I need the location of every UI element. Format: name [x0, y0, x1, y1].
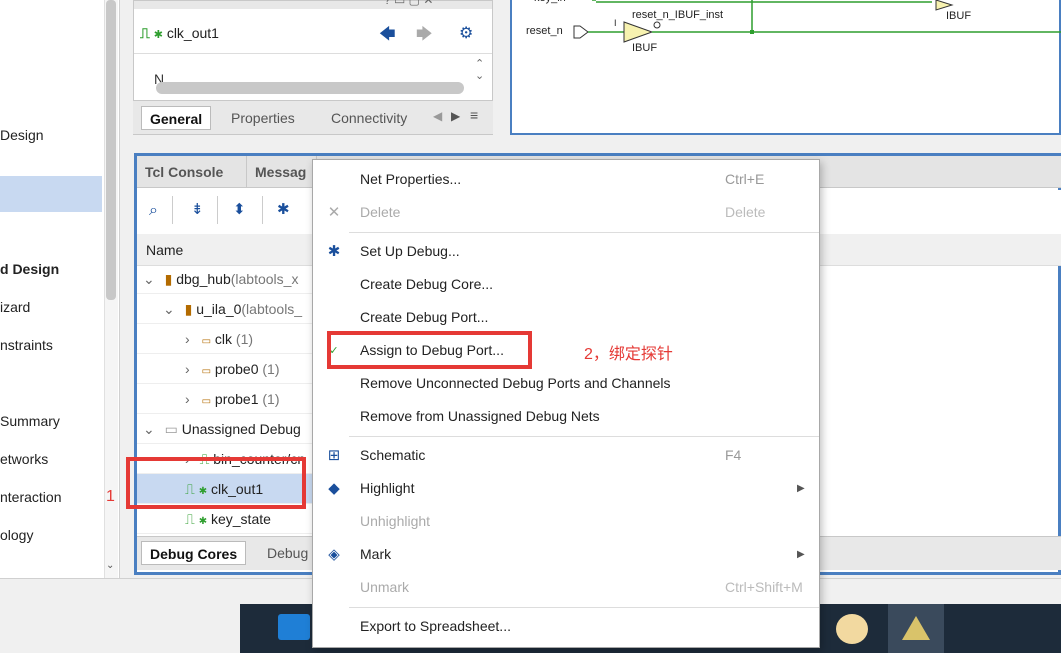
close-icon: ✕: [327, 204, 341, 221]
ibuf-label-2: IBUF: [946, 10, 972, 22]
tab-debug-nets[interactable]: Debug: [259, 541, 316, 565]
properties-tabbar: General Properties Connectivity ◀ ▶ ≡: [133, 100, 493, 134]
annotation-step-2: 2，绑定探针: [584, 346, 673, 363]
nav-scrollbar-thumb[interactable]: [106, 0, 116, 300]
tree-row-dbg-hub[interactable]: ⌄ ▮ dbg_hub(labtools_x: [137, 264, 312, 294]
menu-create-debug-port[interactable]: Create Debug Port...: [313, 301, 819, 334]
tab-scroll-left-icon[interactable]: ◀: [433, 109, 442, 123]
instance-label: reset_n_IBUF_inst: [632, 9, 724, 21]
bug-icon: ✱: [198, 516, 208, 527]
vivado-app-icon[interactable]: [888, 604, 944, 653]
port-key-in-label: key_in: [534, 0, 566, 4]
chevron-right-icon[interactable]: ›: [185, 331, 190, 347]
menu-highlight[interactable]: ◆ Highlight ▶: [313, 472, 819, 505]
annotation-box-2: [327, 331, 532, 369]
tab-menu-icon[interactable]: ≡: [470, 107, 478, 123]
scroll-down-icon[interactable]: ⌄: [475, 69, 484, 82]
menu-create-debug-core[interactable]: Create Debug Core...: [313, 268, 819, 301]
nav-item-implemented-design[interactable]: d Design: [0, 257, 102, 281]
net-name-label: clk_out1: [166, 25, 219, 41]
tab-connectivity[interactable]: Connectivity: [323, 106, 415, 130]
schematic-drawing: [573, 0, 1061, 43]
settings-gear-icon[interactable]: ⚙: [459, 23, 473, 43]
context-menu: Net Properties... Ctrl+E ✕ Delete Delete…: [312, 159, 820, 648]
mark-diamond-icon: ◈: [328, 546, 340, 563]
port-icon: ▭: [201, 396, 212, 407]
tree-row-u-ila-0[interactable]: ⌄ ▮ u_ila_0(labtools_: [137, 294, 312, 324]
core-icon: ▮: [184, 301, 193, 317]
back-arrow-icon[interactable]: 🡄: [379, 23, 396, 50]
nav-item-summary[interactable]: Summary: [0, 409, 102, 433]
tree-row-unassigned[interactable]: ⌄ ▭ Unassigned Debug: [137, 414, 312, 444]
tab-scroll-right-icon[interactable]: ▶: [451, 109, 460, 123]
nav-selected-item[interactable]: [0, 176, 102, 212]
nav-item-wizard[interactable]: izard: [0, 295, 102, 319]
vivado-logo-icon: [902, 616, 930, 640]
annotation-box-1: [126, 457, 306, 509]
app-icon[interactable]: [836, 614, 868, 644]
bug-icon: ✱: [153, 29, 163, 41]
folder-icon: ▭: [164, 421, 178, 437]
panel-title-bar: [134, 1, 492, 9]
port-reset-n-label: reset_n: [526, 25, 563, 37]
menu-remove-from-unassigned[interactable]: Remove from Unassigned Debug Nets: [313, 400, 819, 433]
search-icon[interactable]: ⌕: [149, 202, 158, 220]
net-name-row: ⎍ ✱ clk_out1: [140, 18, 219, 48]
taskbar-left-area: [0, 604, 240, 653]
mail-app-icon[interactable]: [278, 614, 310, 640]
highlight-icon: ◆: [328, 480, 340, 497]
port-icon: ▭: [201, 366, 212, 377]
chevron-down-icon[interactable]: ⌄: [143, 421, 155, 437]
forward-arrow-icon[interactable]: 🡆: [416, 23, 433, 50]
tree-row-probe0[interactable]: › ▭ probe0 (1): [137, 354, 312, 384]
tab-debug-cores[interactable]: Debug Cores: [141, 541, 247, 565]
chevron-down-icon[interactable]: ⌄: [143, 271, 155, 287]
debug-bug-icon: ✱: [327, 243, 341, 260]
tree-row-clk[interactable]: › ▭ clk (1): [137, 324, 312, 354]
submenu-arrow-icon: ▶: [797, 549, 805, 560]
net-icon: ⎍: [140, 25, 150, 41]
tab-messages[interactable]: Messag: [247, 156, 317, 188]
net-icon: ⎍: [185, 511, 195, 527]
tree-row-probe1[interactable]: › ▭ probe1 (1): [137, 384, 312, 414]
nav-item-design[interactable]: Design: [0, 123, 102, 147]
collapse-all-icon[interactable]: ⇟: [191, 200, 204, 218]
panel-title-icons[interactable]: ? ▭ ▢ ✕: [384, 0, 433, 7]
menu-unmark[interactable]: Unmark Ctrl+Shift+M: [313, 571, 819, 604]
menu-export-spreadsheet[interactable]: Export to Spreadsheet...: [313, 610, 819, 643]
port-icon: ▭: [201, 336, 212, 347]
schematic-icon: ⊞: [327, 447, 341, 464]
submenu-arrow-icon: ▶: [797, 483, 805, 494]
tab-properties[interactable]: Properties: [223, 106, 303, 130]
menu-remove-unconnected[interactable]: Remove Unconnected Debug Ports and Chann…: [313, 367, 819, 400]
menu-unhighlight[interactable]: Unhighlight: [313, 505, 819, 538]
scroll-down-icon[interactable]: ⌄: [106, 560, 116, 571]
expand-all-icon[interactable]: ⬍: [233, 200, 246, 218]
nav-item-networks[interactable]: etworks: [0, 447, 102, 471]
debug-bug-icon[interactable]: ✱: [277, 200, 290, 218]
schematic-view[interactable]: key_in reset_n reset_n_IBUF_inst I IBUF …: [510, 0, 1061, 135]
menu-delete[interactable]: ✕ Delete Delete: [313, 196, 819, 229]
tab-tcl-console[interactable]: Tcl Console: [137, 156, 247, 188]
nav-item-topology[interactable]: ology: [0, 523, 102, 547]
chevron-right-icon[interactable]: ›: [185, 361, 190, 377]
menu-set-up-debug[interactable]: ✱ Set Up Debug...: [313, 235, 819, 268]
tab-general[interactable]: General: [141, 106, 212, 130]
nav-item-constraints[interactable]: nstraints: [0, 333, 102, 357]
menu-mark[interactable]: ◈ Mark ▶: [313, 538, 819, 571]
pin-i-label: I: [614, 18, 617, 28]
nav-item-interaction[interactable]: nteraction: [0, 485, 102, 509]
column-name-header[interactable]: Name: [146, 234, 183, 266]
chevron-right-icon[interactable]: ›: [185, 391, 190, 407]
core-icon: ▮: [164, 271, 173, 287]
horizontal-scrollbar[interactable]: [156, 82, 464, 94]
ibuf-label: IBUF: [632, 42, 658, 54]
chevron-down-icon[interactable]: ⌄: [163, 301, 175, 317]
annotation-step-1: 1: [106, 488, 115, 505]
menu-schematic[interactable]: ⊞ Schematic F4: [313, 439, 819, 472]
menu-net-properties[interactable]: Net Properties... Ctrl+E: [313, 163, 819, 196]
